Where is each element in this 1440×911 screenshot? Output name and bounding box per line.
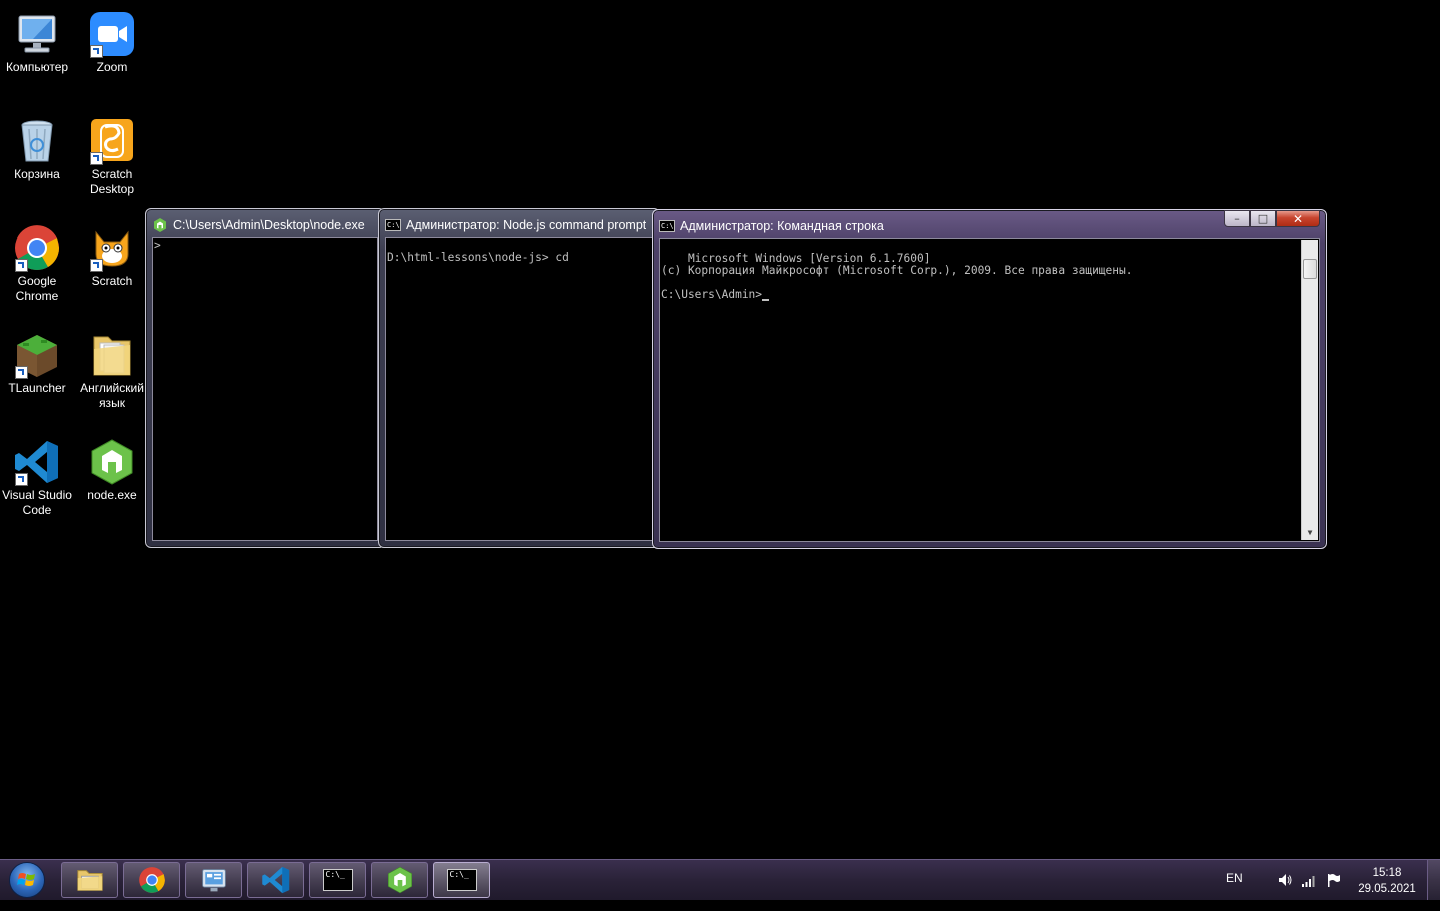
cmd-icon: C:\_ bbox=[446, 869, 477, 891]
chrome-icon bbox=[138, 867, 165, 893]
cmd-icon: C:\ bbox=[659, 220, 675, 232]
taskbar-node-exe[interactable] bbox=[371, 862, 428, 898]
network-icon[interactable] bbox=[1301, 872, 1317, 888]
vertical-scrollbar[interactable]: ▲ ▼ bbox=[1301, 240, 1318, 540]
chrome-icon bbox=[13, 224, 61, 272]
taskbar-command-prompt[interactable]: C:\_ bbox=[433, 862, 490, 898]
cmd-icon: C:\ bbox=[385, 219, 401, 231]
window-titlebar[interactable]: C:\ Администратор: Командная строка bbox=[659, 214, 1206, 238]
node-icon bbox=[88, 438, 136, 486]
close-button[interactable]: ✕ bbox=[1276, 210, 1320, 227]
explorer-icon bbox=[76, 870, 103, 891]
windows-logo-icon bbox=[9, 862, 45, 898]
desktop-icon-label: Google Chrome bbox=[15, 274, 59, 303]
desktop-icon-vscode[interactable]: Visual Studio Code bbox=[0, 438, 74, 518]
clock-time: 15:18 bbox=[1372, 867, 1402, 879]
desktop-icon-label: Scratch bbox=[91, 274, 133, 288]
vscode-icon bbox=[13, 438, 61, 486]
folder-icon bbox=[88, 331, 136, 379]
desktop-icon-folder-english[interactable]: Английский язык bbox=[75, 331, 149, 411]
shortcut-arrow-icon bbox=[90, 259, 103, 272]
node-icon bbox=[387, 866, 412, 894]
desktop-icon-scratch-desktop[interactable]: Scratch Desktop bbox=[75, 117, 149, 197]
tlauncher-icon bbox=[13, 331, 61, 379]
desktop-icon-label: Visual Studio Code bbox=[2, 488, 72, 517]
taskbar-control-panel[interactable] bbox=[185, 862, 242, 898]
window-titlebar[interactable]: C:\Users\Admin\Desktop\node.exe bbox=[152, 213, 378, 237]
window-nodejs-command-prompt[interactable]: C:\ Администратор: Node.js command promp… bbox=[378, 208, 660, 548]
shortcut-arrow-icon bbox=[15, 259, 28, 272]
console-output[interactable]: > bbox=[152, 237, 378, 541]
scratch-cat-icon bbox=[88, 224, 136, 272]
control-panel-icon bbox=[201, 869, 226, 892]
desktop-icon-node-exe[interactable]: node.exe bbox=[75, 438, 149, 503]
desktop-icon-label: Scratch Desktop bbox=[89, 167, 135, 196]
desktop-icon-recycle-bin[interactable]: Корзина bbox=[0, 117, 74, 182]
vscode-icon bbox=[261, 866, 289, 894]
maximize-icon: □ bbox=[1257, 212, 1269, 225]
node-icon bbox=[154, 218, 166, 232]
shortcut-arrow-icon bbox=[15, 473, 28, 486]
zoom-icon bbox=[88, 10, 136, 58]
desktop-icon-label: Компьютер bbox=[5, 60, 69, 74]
taskbar-chrome[interactable] bbox=[123, 862, 180, 898]
window-command-prompt[interactable]: C:\ Администратор: Командная строка – □ … bbox=[652, 209, 1327, 549]
shortcut-arrow-icon bbox=[90, 152, 103, 165]
desktop-icon-computer[interactable]: Компьютер bbox=[0, 10, 74, 75]
window-title: C:\Users\Admin\Desktop\node.exe bbox=[173, 218, 365, 232]
desktop-icon-label: node.exe bbox=[87, 488, 137, 502]
desktop-icon-label: TLauncher bbox=[8, 381, 66, 395]
minimize-button[interactable]: – bbox=[1224, 210, 1250, 227]
language-indicator[interactable]: EN bbox=[1226, 871, 1243, 911]
action-center-flag-icon[interactable] bbox=[1325, 872, 1341, 888]
desktop-icon-scratch[interactable]: Scratch bbox=[75, 224, 149, 289]
desktop-icon-tlauncher[interactable]: TLauncher bbox=[0, 331, 74, 396]
taskbar: C:\_ C:\_ EN 15:18 29.05.2021 bbox=[0, 859, 1440, 900]
console-text: Microsoft Windows [Version 6.1.7600] (c)… bbox=[661, 252, 1133, 301]
desktop-icon-label: Корзина bbox=[14, 167, 60, 181]
taskbar-vscode[interactable] bbox=[247, 862, 304, 898]
cmd-icon: C:\_ bbox=[322, 869, 353, 891]
desktop-icon-label: Zoom bbox=[96, 60, 128, 74]
taskbar-explorer[interactable] bbox=[61, 862, 118, 898]
clock-date: 29.05.2021 bbox=[1358, 883, 1416, 895]
computer-icon bbox=[13, 10, 61, 58]
scratch-desktop-icon bbox=[88, 117, 136, 165]
volume-icon[interactable] bbox=[1277, 872, 1293, 888]
start-button[interactable] bbox=[4, 861, 50, 899]
shortcut-arrow-icon bbox=[15, 366, 28, 379]
caption-buttons: – □ ✕ bbox=[1224, 210, 1320, 228]
scroll-down-arrow-icon[interactable]: ▼ bbox=[1302, 525, 1318, 540]
recycle-bin-icon bbox=[13, 117, 61, 165]
scroll-thumb[interactable] bbox=[1303, 259, 1317, 279]
minimize-icon: – bbox=[1234, 212, 1240, 225]
window-title: Администратор: Node.js command prompt bbox=[406, 218, 647, 232]
maximize-button[interactable]: □ bbox=[1250, 210, 1276, 227]
close-icon: ✕ bbox=[1292, 211, 1304, 226]
console-output[interactable]: D:\html-lessons\node-js> cd bbox=[385, 237, 653, 541]
desktop-icon-google-chrome[interactable]: Google Chrome bbox=[0, 224, 74, 304]
console-output[interactable]: Microsoft Windows [Version 6.1.7600] (c)… bbox=[659, 238, 1320, 542]
window-title: Администратор: Командная строка bbox=[680, 219, 884, 233]
window-node-repl[interactable]: C:\Users\Admin\Desktop\node.exe > bbox=[145, 208, 385, 548]
system-clock[interactable]: 15:18 29.05.2021 bbox=[1352, 865, 1422, 905]
desktop-icon-label: Английский язык bbox=[80, 381, 144, 410]
shortcut-arrow-icon bbox=[90, 45, 103, 58]
text-cursor bbox=[762, 299, 770, 301]
window-titlebar[interactable]: C:\ Администратор: Node.js command promp… bbox=[385, 213, 653, 237]
show-desktop-button[interactable] bbox=[1427, 860, 1440, 900]
desktop-icon-zoom[interactable]: Zoom bbox=[75, 10, 149, 75]
taskbar-node-prompt[interactable]: C:\_ bbox=[309, 862, 366, 898]
